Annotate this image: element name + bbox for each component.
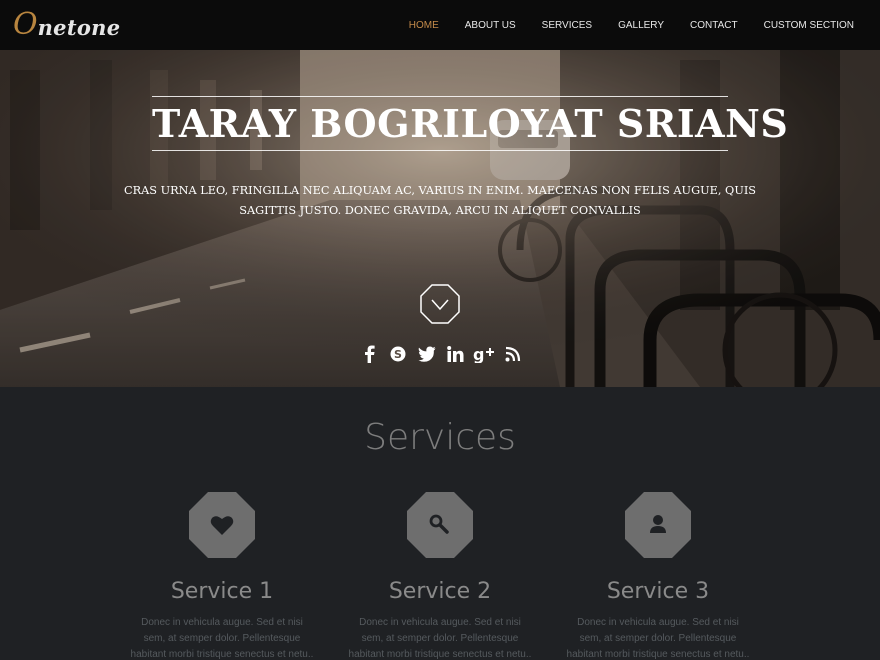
service-card-3: Service 3 Donec in vehicula augue. Sed e… bbox=[563, 492, 753, 660]
hero-title: TARAY BOGRILOYAT SRIANS bbox=[152, 96, 788, 151]
service-title: Service 1 bbox=[170, 579, 274, 604]
top-navbar: Onetone HOME ABOUT US SERVICES GALLERY C… bbox=[0, 0, 880, 50]
nav-item-services[interactable]: SERVICES bbox=[542, 20, 592, 31]
facebook-icon[interactable] bbox=[358, 343, 380, 365]
svg-text:S: S bbox=[394, 348, 402, 361]
search-icon bbox=[429, 514, 449, 534]
rss-icon[interactable] bbox=[502, 343, 524, 365]
user-icon bbox=[650, 515, 666, 533]
service-3-badge bbox=[625, 492, 691, 558]
skype-icon[interactable]: S bbox=[387, 343, 409, 365]
google-plus-icon[interactable]: g bbox=[473, 343, 495, 365]
hero-subtitle: CRAS URNA LEO, FRINGILLA NEC ALIQUAM AC,… bbox=[123, 184, 757, 217]
nav-item-gallery[interactable]: GALLERY bbox=[618, 20, 664, 31]
hero-section: TARAY BOGRILOYAT SRIANS CRAS URNA LEO, F… bbox=[0, 50, 880, 387]
service-1-badge bbox=[189, 492, 255, 558]
chevron-down-icon bbox=[420, 284, 460, 324]
service-description: Donec in vehicula augue. Sed et nisi sem… bbox=[348, 617, 532, 660]
scroll-down-button[interactable] bbox=[420, 284, 460, 324]
main-nav: HOME ABOUT US SERVICES GALLERY CONTACT C… bbox=[409, 0, 880, 50]
twitter-icon[interactable] bbox=[416, 343, 438, 365]
service-title: Service 3 bbox=[606, 579, 710, 604]
services-section: Services Service 1 Donec in vehicula aug… bbox=[0, 387, 880, 660]
service-title: Service 2 bbox=[388, 579, 492, 604]
social-links: S g bbox=[358, 342, 524, 366]
logo-initial: O bbox=[13, 7, 38, 42]
service-card-1: Service 1 Donec in vehicula augue. Sed e… bbox=[127, 492, 317, 660]
service-card-2: Service 2 Donec in vehicula augue. Sed e… bbox=[345, 492, 535, 660]
site-logo[interactable]: Onetone bbox=[13, 6, 120, 44]
service-2-badge bbox=[407, 492, 473, 558]
service-description: Donec in vehicula augue. Sed et nisi sem… bbox=[130, 617, 314, 660]
nav-item-about-us[interactable]: ABOUT US bbox=[465, 20, 516, 31]
service-description: Donec in vehicula augue. Sed et nisi sem… bbox=[566, 617, 750, 660]
svg-text:g: g bbox=[473, 345, 484, 363]
nav-item-custom-section[interactable]: CUSTOM SECTION bbox=[764, 20, 854, 31]
nav-item-home[interactable]: HOME bbox=[409, 20, 439, 31]
linkedin-icon[interactable] bbox=[444, 343, 466, 365]
services-heading: Services bbox=[364, 417, 516, 458]
logo-wordmark: netone bbox=[37, 14, 121, 40]
nav-item-contact[interactable]: CONTACT bbox=[690, 20, 738, 31]
heart-icon bbox=[210, 516, 234, 535]
